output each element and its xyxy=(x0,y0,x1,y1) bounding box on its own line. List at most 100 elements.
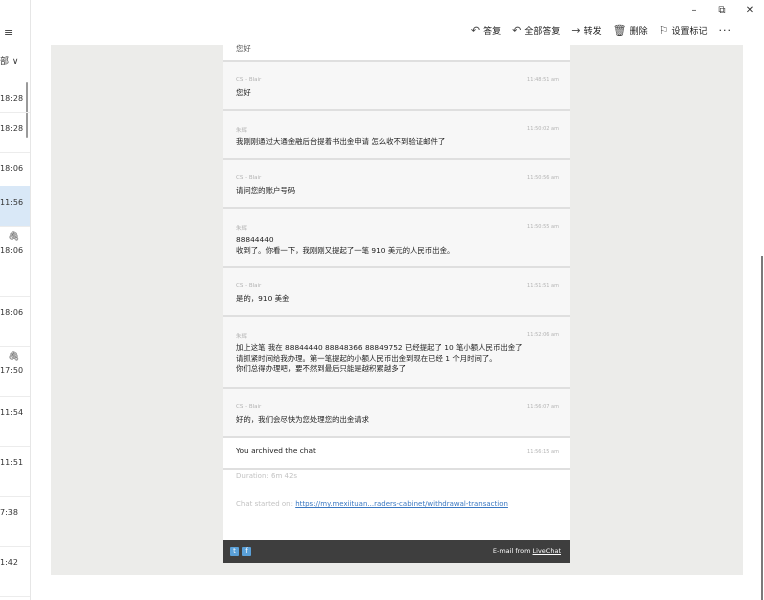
list-item[interactable]: 11:56 xyxy=(0,186,30,227)
flag-icon: ⚐ xyxy=(658,24,669,37)
list-item[interactable]: 7:38 xyxy=(0,496,30,547)
forward-label: 转发 xyxy=(583,27,602,37)
transcript-top-fragment: 您好 xyxy=(223,44,570,62)
message-line: 您好 xyxy=(236,88,251,97)
filter-dropdown[interactable]: 部 ∨ xyxy=(0,54,18,67)
list-item[interactable]: 1:42 xyxy=(0,546,30,597)
facebook-icon[interactable]: f xyxy=(242,547,251,556)
message-line: 收到了。你看一下，我刚刚又提起了一笔 910 美元的人民币出金。 xyxy=(236,245,455,255)
list-item[interactable]: 11:51 xyxy=(0,446,30,497)
list-item-time: 1:42 xyxy=(0,558,18,567)
reading-toolbar: ↶ 答复 ↶ 全部答复 → 转发 🗑︎ 删除 ⚐ 设置标记 ··· xyxy=(471,24,732,37)
message-body: 我刚刚通过大通金融后台提着书出金申请 怎么收不到验证邮件了 xyxy=(236,137,445,148)
message-body: 88844440 收到了。你看一下，我刚刚又提起了一笔 910 美元的人民币出金。 xyxy=(236,235,454,256)
close-button[interactable]: ✕ xyxy=(736,0,764,20)
chat-started-link[interactable]: https://my.mexiituan...raders-cabinet/wi… xyxy=(295,500,508,508)
list-item[interactable]: 17:50 🖇 xyxy=(0,346,30,397)
list-item-time: 18:06 xyxy=(0,246,24,255)
message-time: 11:48:51 am xyxy=(527,77,559,83)
message-sender: 朱辉 xyxy=(236,226,248,232)
message-time: 11:50:02 am xyxy=(527,126,559,132)
message-sender: CS - Blair xyxy=(236,404,262,410)
message-sender: CS - Blair xyxy=(236,77,262,83)
delete-button[interactable]: 🗑︎ 删除 xyxy=(613,24,648,37)
window-controls: – ⧉ ✕ xyxy=(680,0,764,20)
chat-message: 11:56:15 am You archived the chat xyxy=(223,438,570,470)
message-body: You archived the chat xyxy=(236,446,316,457)
livechat-footer-bar: t f E-mail from LiveChat xyxy=(223,540,570,563)
email-from-label: E-mail from xyxy=(492,547,531,555)
message-sender: CS - Blair xyxy=(236,175,262,181)
message-body: 加上这笔 我在 88844440 88848366 88849752 已经提起了… xyxy=(236,343,523,375)
livechat-transcript: 您好 CS - Blair 11:48:51 am 您好朱辉 11:50:02 am 我… xyxy=(223,44,570,563)
list-item[interactable]: 18:28 xyxy=(0,112,30,153)
forward-icon: → xyxy=(571,24,581,37)
message-time: 11:50:56 am xyxy=(527,175,559,181)
list-item[interactable]: 18:06 🖇 xyxy=(0,226,30,297)
reply-icon: ↶ xyxy=(470,24,481,37)
message-sender: CS - Blair xyxy=(236,283,262,289)
list-item[interactable]: 18:28 xyxy=(0,82,30,113)
trash-icon: 🗑︎ xyxy=(612,24,627,37)
more-actions-button[interactable]: ··· xyxy=(719,24,733,37)
list-item-time: 7:38 xyxy=(0,508,18,517)
chat-message: 朱辉 11:50:02 am 我刚刚通过大通金融后台提着书出金申请 怎么收不到验证邮… xyxy=(223,111,570,160)
message-body: 好的，我们会尽快为您处理您的出金请求 xyxy=(236,415,369,426)
message-line: 请抓紧时间给我办理。第一笔提起的小额人民币出金到现在已经 1 个月时间了。 xyxy=(236,353,497,363)
message-line: 请问您的账户号码 xyxy=(236,186,296,195)
chat-duration: Duration: 6m 42s xyxy=(236,472,298,480)
message-time: 11:51:51 am xyxy=(527,283,559,289)
fragment-text: 您好 xyxy=(236,44,251,53)
flag-button[interactable]: ⚐ 设置标记 xyxy=(659,24,708,37)
reply-all-label: 全部答复 xyxy=(524,27,561,37)
message-body: 请问您的账户号码 xyxy=(236,186,295,197)
reply-all-icon: ↶ xyxy=(512,24,522,37)
message-time: 11:56:15 am xyxy=(527,449,559,455)
list-item-time: 17:50 xyxy=(0,366,24,375)
maximize-button[interactable]: ⧉ xyxy=(708,0,736,20)
social-links: t f xyxy=(230,547,251,556)
livechat-link[interactable]: LiveChat xyxy=(533,547,561,555)
list-item[interactable]: 18:06 xyxy=(0,152,30,187)
forward-button[interactable]: → 转发 xyxy=(571,24,601,37)
delete-label: 删除 xyxy=(629,27,648,37)
message-time: 11:50:55 am xyxy=(527,224,559,230)
minimize-button[interactable]: – xyxy=(680,0,708,20)
list-item[interactable]: 18:06 xyxy=(0,296,30,347)
message-line: 好的，我们会尽快为您处理您的出金请求 xyxy=(236,415,370,424)
message-sender: 朱辉 xyxy=(236,334,248,340)
reply-button[interactable]: ↶ 答复 xyxy=(471,24,501,37)
attachment-icon: 🖇 xyxy=(8,352,20,362)
message-line: 是的，910 美金 xyxy=(236,294,290,303)
list-item-time: 18:06 xyxy=(0,308,24,317)
message-time: 11:52:06 am xyxy=(527,332,559,338)
twitter-icon[interactable]: t xyxy=(230,547,239,556)
chat-message: CS - Blair 11:51:51 am 是的，910 美金 xyxy=(223,268,570,317)
filter-icon[interactable]: ≡ xyxy=(4,26,13,39)
message-line: 我刚刚通过大通金融后台提着书出金申请 怎么收不到验证邮件了 xyxy=(236,137,446,146)
list-item-time: 11:54 xyxy=(0,408,24,417)
list-item-time: 18:06 xyxy=(0,164,24,173)
message-body: 您好 xyxy=(236,88,251,99)
reply-all-button[interactable]: ↶ 全部答复 xyxy=(512,24,560,37)
list-item-time: 11:51 xyxy=(0,458,24,467)
message-time: 11:56:07 am xyxy=(527,404,559,410)
list-item-time: 18:28 xyxy=(0,94,24,103)
chat-message: CS - Blair 11:56:07 am 好的，我们会尽快为您处理您的出金请求 xyxy=(223,389,570,438)
chat-started-line: Chat started on: https://my.mexiituan...… xyxy=(236,500,508,508)
chat-message: CS - Blair 11:50:56 am 请问您的账户号码 xyxy=(223,160,570,209)
chat-started-label: Chat started on: xyxy=(236,500,293,508)
message-line: 88844440 xyxy=(236,235,274,244)
email-from: E-mail from LiveChat xyxy=(493,547,561,555)
chat-message: 朱辉 11:52:06 am 加上这笔 我在 88844440 88848366 8… xyxy=(223,317,570,389)
reply-label: 答复 xyxy=(483,27,502,37)
list-item-time: 18:28 xyxy=(0,124,24,133)
reading-pane-scrollbar[interactable] xyxy=(761,256,763,600)
list-item-time: 11:56 xyxy=(0,198,24,207)
chat-message: CS - Blair 11:48:51 am 您好 xyxy=(223,62,570,111)
flag-label: 设置标记 xyxy=(671,27,708,37)
message-body: 是的，910 美金 xyxy=(236,294,289,305)
chat-message: 朱辉 11:50:55 am 88844440 收到了。你看一下，我刚刚又提起了一笔 … xyxy=(223,209,570,268)
message-sender: 朱辉 xyxy=(236,128,248,134)
list-item[interactable]: 11:54 xyxy=(0,396,30,447)
